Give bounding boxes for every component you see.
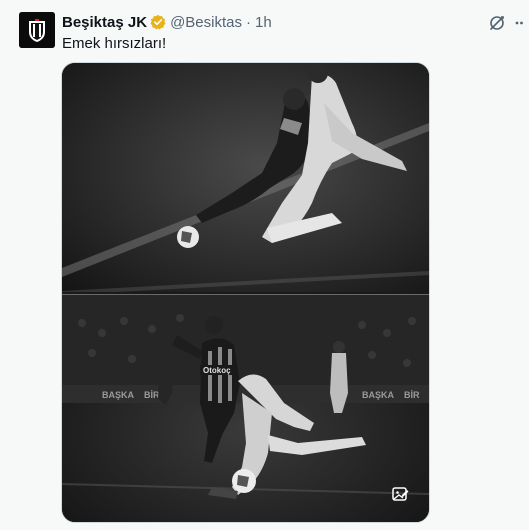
board-text-4: BİR (404, 390, 420, 400)
tweet-header: Beşiktaş JK @Besiktas · 1h (62, 12, 272, 32)
tweet-timestamp[interactable]: 1h (255, 14, 272, 31)
more-icon (515, 21, 523, 25)
avatar[interactable] (19, 12, 55, 48)
board-text-3: BAŞKA (362, 390, 395, 400)
verified-badge-icon (150, 14, 166, 30)
separator-dot: · (245, 13, 251, 31)
bottom-photo: BAŞKA BİR BAŞKA BİR Otokoç (62, 295, 429, 522)
author-name[interactable]: Beşiktaş JK (62, 14, 147, 31)
besiktas-crest-icon (19, 12, 55, 48)
image-edit-button[interactable] (389, 483, 411, 505)
football-photo: BAŞKA BİR BAŞKA BİR Otokoç (62, 63, 429, 522)
grok-icon (490, 16, 504, 30)
tweet: Beşiktaş JK @Besiktas · 1h Emek hırsızla… (0, 0, 529, 530)
tweet-media[interactable]: BAŞKA BİR BAŞKA BİR Otokoç (61, 62, 430, 523)
more-button[interactable] (514, 12, 526, 34)
top-photo (62, 63, 429, 295)
image-edit-icon (392, 487, 409, 501)
grok-button[interactable] (486, 12, 508, 34)
tweet-text: Emek hırsızları! (62, 35, 167, 52)
jersey-text: Otokoç (203, 366, 231, 375)
board-text-2: BİR (144, 390, 160, 400)
author-handle[interactable]: @Besiktas (170, 14, 242, 31)
board-text-1: BAŞKA (102, 390, 135, 400)
